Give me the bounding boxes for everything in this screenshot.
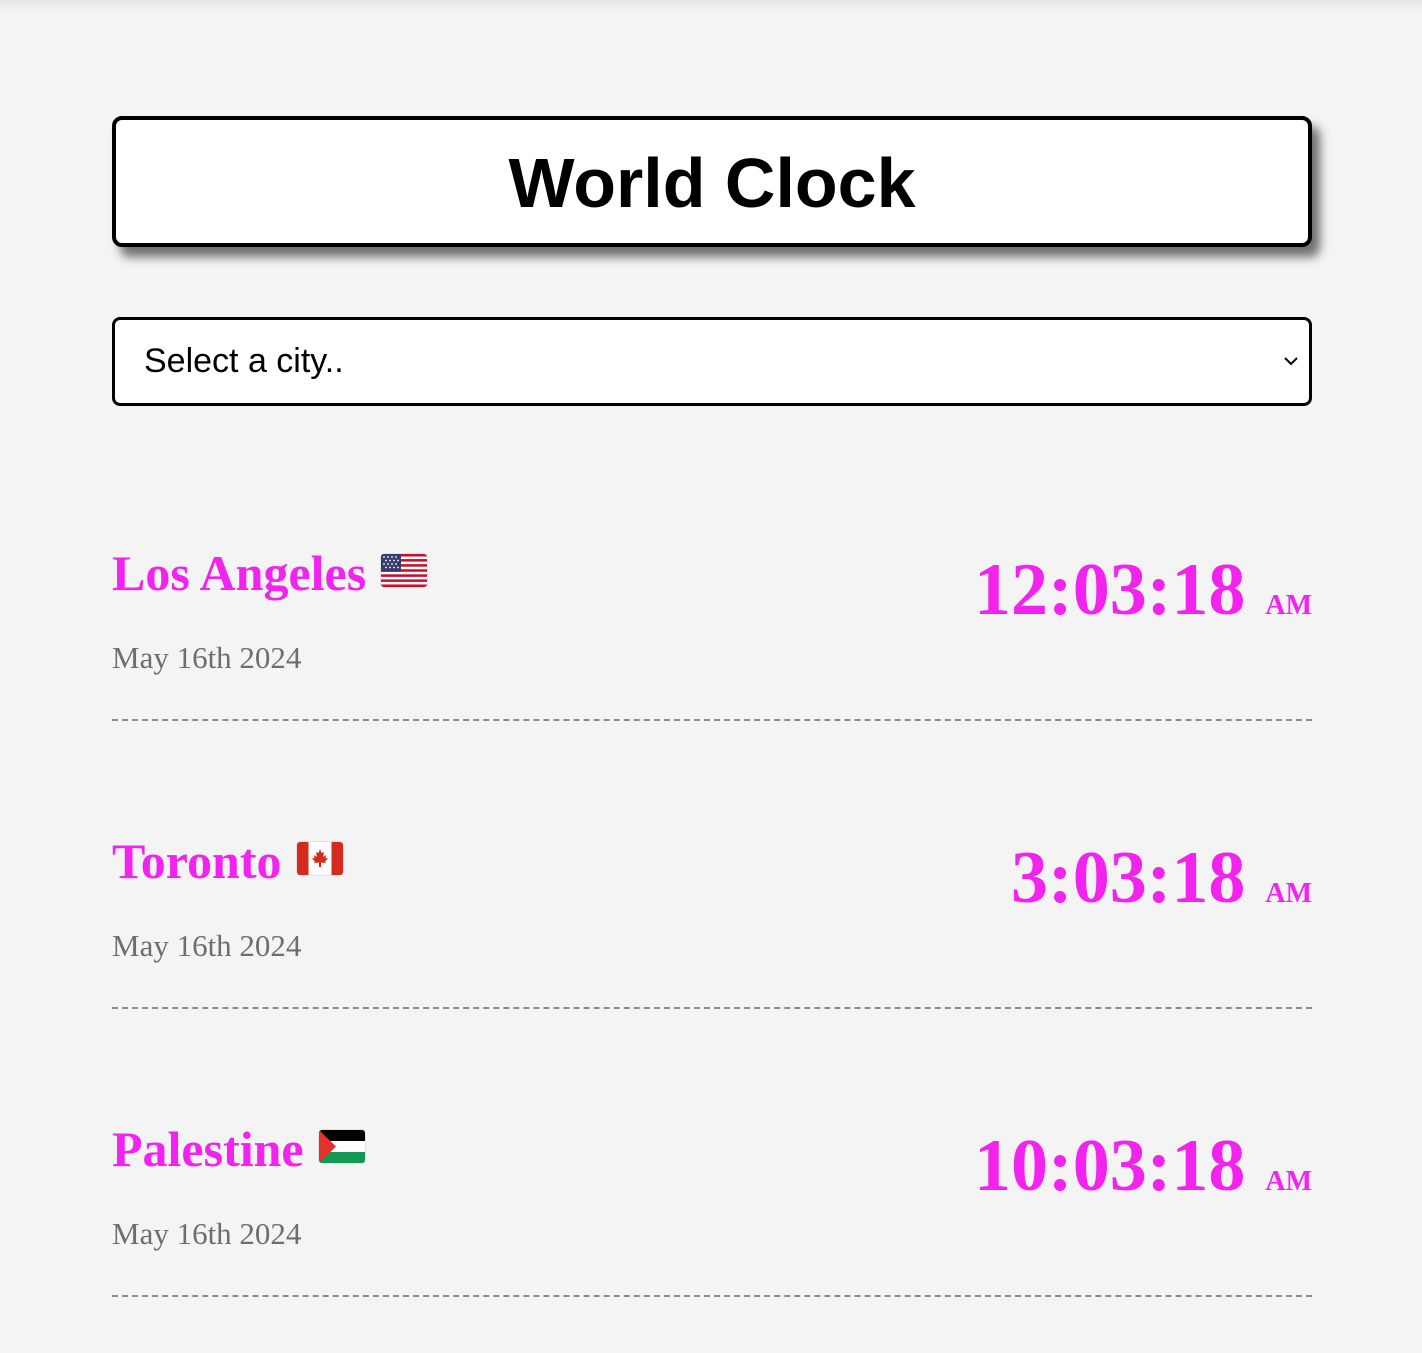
city-name: Los Angeles bbox=[112, 545, 428, 601]
city-select-dropdown[interactable]: Select a city.. bbox=[112, 317, 1312, 406]
time-value: 3:03:18 bbox=[1011, 837, 1246, 919]
time-value: 12:03:18 bbox=[974, 549, 1246, 631]
city-time: 10:03:18 AM bbox=[974, 1129, 1312, 1203]
city-row-los-angeles: Los Angeles May 16th 2024 12:03:18 am bbox=[112, 543, 1312, 831]
city-name-label: Los Angeles bbox=[112, 545, 367, 601]
time-ampm: AM bbox=[1265, 578, 1312, 623]
city-divider bbox=[112, 1007, 1312, 1009]
city-row-palestine: Palestine May 16th 2024 10:03:18 AM bbox=[112, 1119, 1312, 1353]
world-clock-app: World Clock Select a city.. Los Angeles bbox=[112, 116, 1312, 1353]
city-divider bbox=[112, 719, 1312, 721]
city-name: Toronto bbox=[112, 836, 343, 886]
chevron-down-icon bbox=[1284, 357, 1298, 366]
city-date: May 16th 2024 bbox=[112, 1216, 302, 1251]
canada-flag-icon bbox=[296, 841, 343, 875]
city-date: May 16th 2024 bbox=[112, 928, 302, 963]
palestine-flag-icon bbox=[318, 1129, 365, 1163]
city-time: 12:03:18 AM bbox=[974, 553, 1312, 627]
city-name-label: Palestine bbox=[112, 1121, 304, 1177]
city-time: 3:03:18 AM bbox=[1011, 841, 1312, 915]
time-value: 10:03:18 bbox=[974, 1125, 1246, 1207]
page-title: World Clock bbox=[508, 143, 916, 222]
time-ampm: AM bbox=[1265, 866, 1312, 911]
time-ampm: AM bbox=[1265, 1154, 1312, 1199]
title-card: World Clock bbox=[112, 116, 1312, 247]
city-name: Palestine bbox=[112, 1124, 365, 1174]
city-list: Los Angeles May 16th 2024 12:03:18 am To… bbox=[112, 543, 1312, 1353]
city-name-label: Toronto bbox=[112, 833, 282, 889]
city-date: May 16th 2024 bbox=[112, 640, 302, 675]
window-top-edge bbox=[0, 0, 1422, 14]
us-flag-icon bbox=[381, 553, 428, 587]
city-divider bbox=[112, 1295, 1312, 1297]
city-select-value: Select a city.. bbox=[144, 342, 344, 380]
city-row-toronto: Toronto May 16th 2024 3:03:18 AM bbox=[112, 831, 1312, 1119]
